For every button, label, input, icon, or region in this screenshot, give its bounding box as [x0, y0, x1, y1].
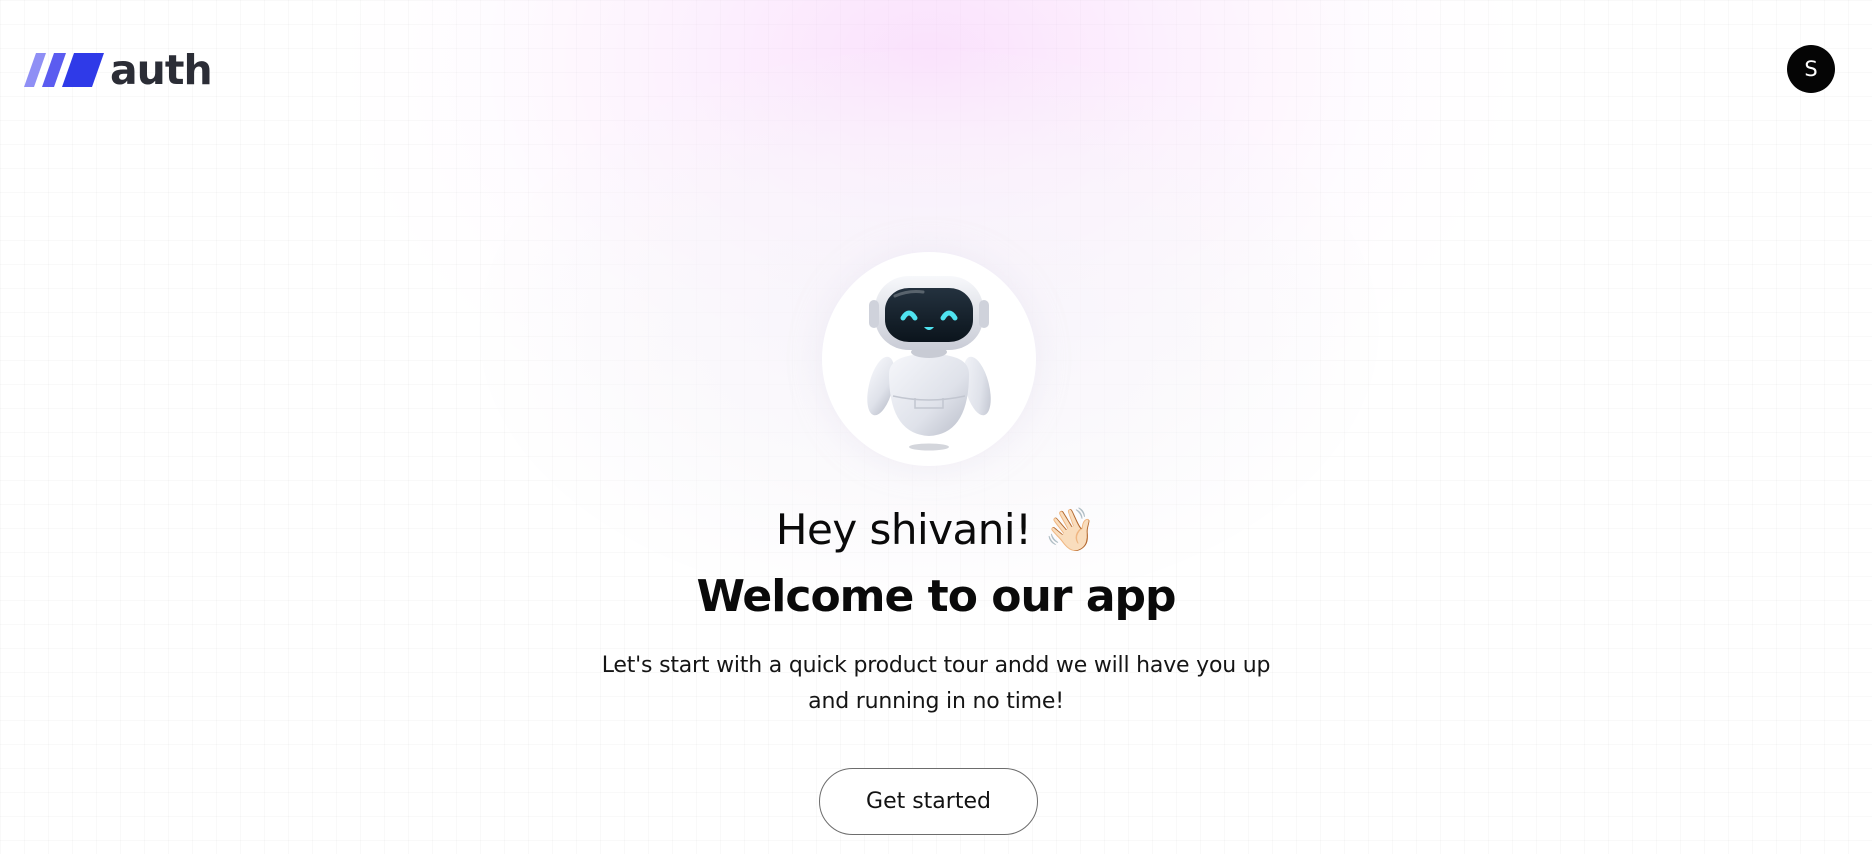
- welcome-title: Welcome to our app: [696, 571, 1176, 622]
- welcome-page: auth S Hey shivani! 👋🏻 Welcome to our ap…: [0, 0, 1872, 854]
- avatar-initial: S: [1804, 57, 1818, 81]
- get-started-button[interactable]: Get started: [819, 768, 1038, 835]
- slash-stripes-logo-icon: [24, 53, 104, 87]
- user-avatar[interactable]: S: [1787, 45, 1835, 93]
- waving-hand-icon: 👋🏻: [1044, 505, 1097, 554]
- welcome-subtitle: Let's start with a quick product tour an…: [601, 653, 1271, 714]
- get-started-label: Get started: [866, 789, 991, 814]
- app-logo[interactable]: auth: [24, 46, 213, 94]
- greeting-text: Hey shivani!: [775, 505, 1032, 554]
- logo-text: auth: [110, 46, 213, 94]
- greeting-heading: Hey shivani! 👋🏻: [0, 500, 1872, 560]
- robot-illustration: [822, 252, 1036, 466]
- robot-mascot-icon: [867, 276, 991, 451]
